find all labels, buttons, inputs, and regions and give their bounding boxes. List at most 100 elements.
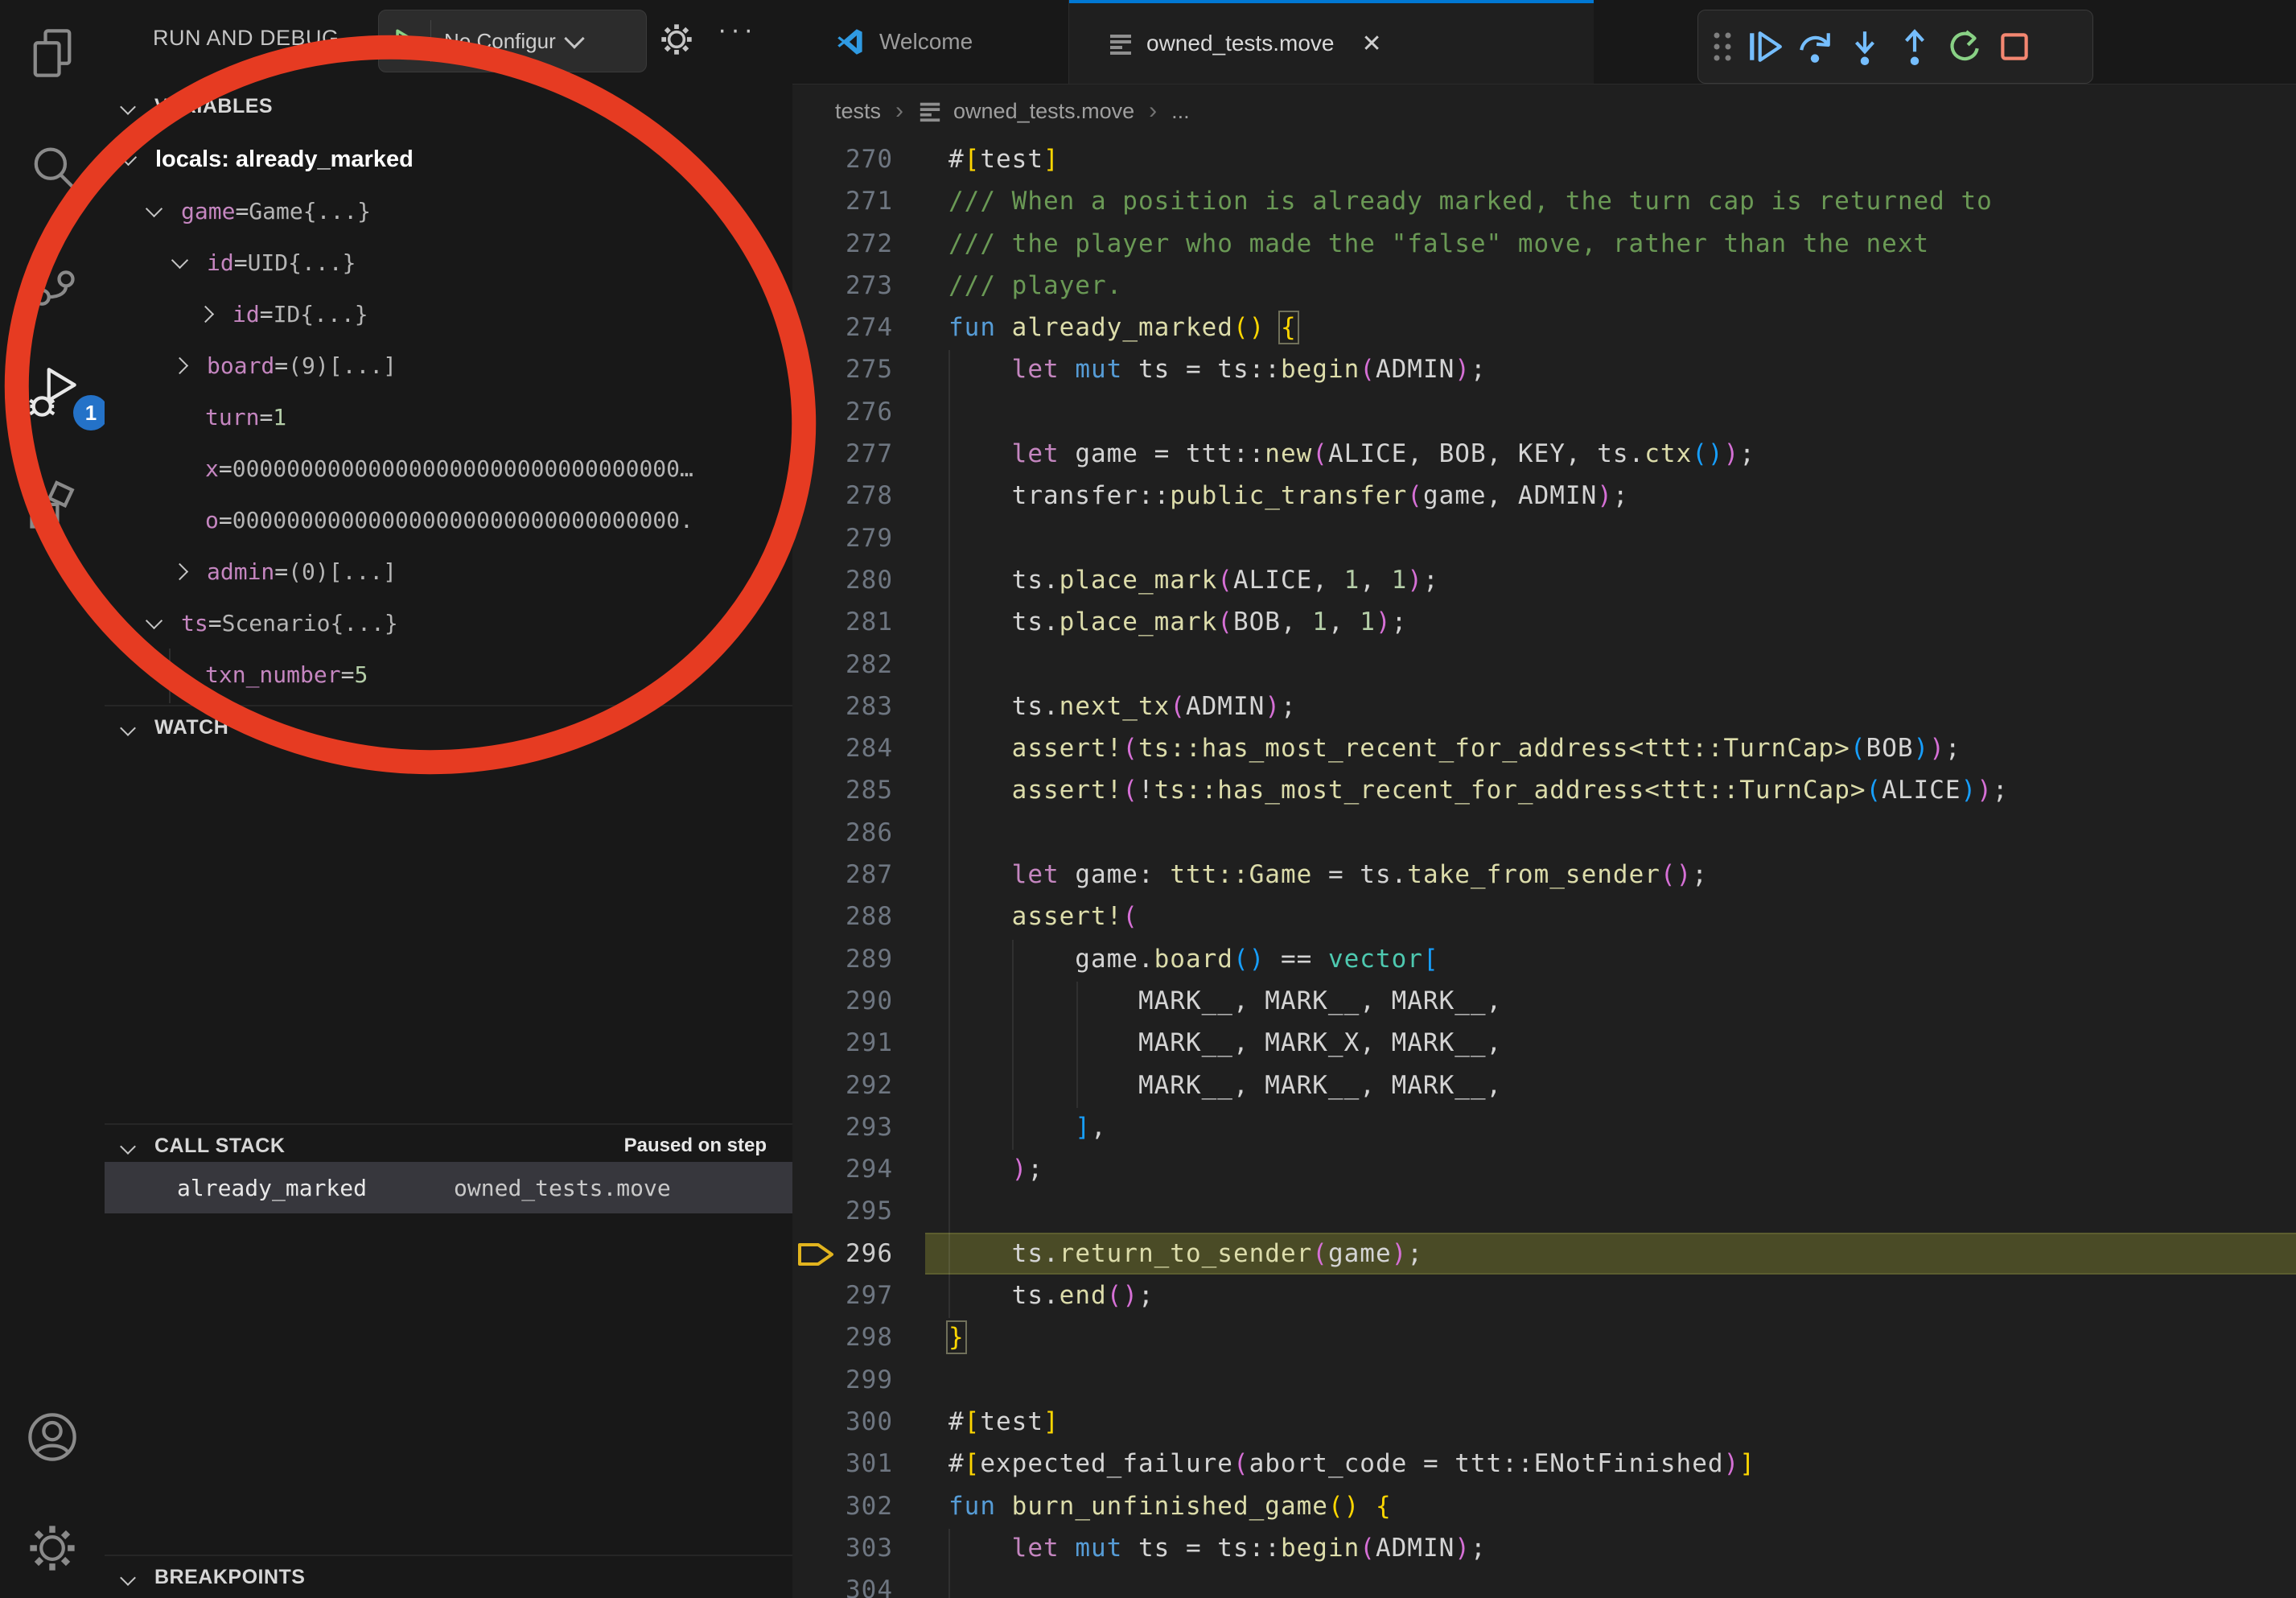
variables-section-header[interactable]: VARIABLES bbox=[105, 85, 792, 132]
code-line[interactable]: 299 bbox=[792, 1359, 2296, 1401]
variable-row[interactable]: o = 000000000000000000000000000000000. bbox=[105, 494, 792, 546]
code-line[interactable]: 294 ); bbox=[792, 1148, 2296, 1190]
step-out-icon[interactable] bbox=[1890, 23, 1940, 71]
chevron-down-icon[interactable] bbox=[120, 148, 137, 165]
start-debug-icon[interactable] bbox=[392, 27, 419, 55]
chevron-down-icon bbox=[120, 720, 136, 736]
code-line[interactable]: 271/// When a position is already marked… bbox=[792, 180, 2296, 222]
code-line[interactable]: 276 bbox=[792, 391, 2296, 433]
code-line[interactable]: 297 ts.end(); bbox=[792, 1275, 2296, 1316]
code-line[interactable]: 281 ts.place_mark(BOB, 1, 1); bbox=[792, 601, 2296, 643]
code-line[interactable]: 303 let mut ts = ts::begin(ADMIN); bbox=[792, 1527, 2296, 1569]
line-number: 284 bbox=[792, 727, 893, 769]
breakpoints-section-header[interactable]: BREAKPOINTS bbox=[105, 1556, 792, 1598]
code-line[interactable]: 298} bbox=[792, 1316, 2296, 1358]
code-line[interactable]: 290 MARK__, MARK__, MARK__, bbox=[792, 980, 2296, 1022]
line-number: 290 bbox=[792, 980, 893, 1022]
code-line[interactable]: 287 let game: ttt::Game = ts.take_from_s… bbox=[792, 854, 2296, 896]
code-line[interactable]: 289 game.board() == vector[ bbox=[792, 938, 2296, 980]
variable-value: UID{...} bbox=[248, 249, 356, 276]
variable-row[interactable]: game = Game{...} bbox=[105, 185, 792, 237]
chevron-down-icon[interactable] bbox=[146, 200, 163, 216]
code-line[interactable]: 292 MARK__, MARK__, MARK__, bbox=[792, 1065, 2296, 1106]
account-icon[interactable] bbox=[25, 1410, 80, 1464]
stop-icon[interactable] bbox=[1989, 23, 2039, 71]
code-line[interactable]: 288 assert!( bbox=[792, 896, 2296, 937]
source-control-icon[interactable] bbox=[25, 253, 80, 308]
breadcrumb-item[interactable]: ... bbox=[1171, 99, 1190, 124]
chevron-down-icon[interactable] bbox=[171, 251, 188, 268]
variable-row[interactable]: x = 000000000000000000000000000000000… bbox=[105, 443, 792, 494]
breadcrumb: tests › owned_tests.move › ... bbox=[792, 84, 2296, 138]
variable-row[interactable]: turn = 1 bbox=[105, 391, 792, 443]
code-line[interactable]: 302fun burn_unfinished_game() { bbox=[792, 1485, 2296, 1527]
debug-config-dropdown[interactable]: No Configur bbox=[378, 10, 647, 72]
divider bbox=[430, 20, 431, 62]
code-line[interactable]: 277 let game = ttt::new(ALICE, BOB, KEY,… bbox=[792, 433, 2296, 475]
explorer-icon[interactable] bbox=[25, 26, 80, 80]
code-line[interactable]: 273/// player. bbox=[792, 265, 2296, 307]
code-line[interactable]: 282 bbox=[792, 644, 2296, 686]
chevron-right-icon[interactable] bbox=[171, 356, 188, 373]
chevron-right-icon: › bbox=[1149, 97, 1157, 125]
variables-scope-row[interactable]: locals: already_marked bbox=[105, 134, 792, 185]
code-line[interactable]: 270#[test] bbox=[792, 138, 2296, 180]
code-line[interactable]: 274fun already_marked() { bbox=[792, 307, 2296, 348]
extensions-icon[interactable] bbox=[25, 479, 80, 533]
watch-section-header[interactable]: WATCH bbox=[105, 706, 792, 753]
line-number: 288 bbox=[792, 896, 893, 937]
line-number: 296 bbox=[792, 1233, 893, 1275]
continue-icon[interactable] bbox=[1740, 23, 1790, 71]
tab-owned-tests[interactable]: owned_tests.move ✕ bbox=[1069, 0, 1594, 84]
chevron-right-icon[interactable] bbox=[197, 305, 214, 322]
code-line[interactable]: 295 bbox=[792, 1190, 2296, 1232]
variable-row[interactable]: ts = Scenario{...} bbox=[105, 597, 792, 649]
close-icon[interactable]: ✕ bbox=[1361, 30, 1381, 58]
equals-sign: = bbox=[259, 404, 273, 430]
variable-row[interactable]: admin = (0)[...] bbox=[105, 546, 792, 597]
code-line[interactable]: 286 bbox=[792, 812, 2296, 854]
chevron-right-icon[interactable] bbox=[171, 562, 188, 579]
line-number: 280 bbox=[792, 559, 893, 601]
chevron-down-icon[interactable] bbox=[146, 612, 163, 628]
code-line[interactable]: 272/// the player who made the "false" m… bbox=[792, 223, 2296, 265]
code-line[interactable]: 301#[expected_failure(abort_code = ttt::… bbox=[792, 1443, 2296, 1485]
vscode-logo-icon bbox=[836, 27, 865, 56]
code-line[interactable]: 293 ], bbox=[792, 1106, 2296, 1148]
code-line[interactable]: 300#[test] bbox=[792, 1401, 2296, 1443]
settings-gear-icon[interactable] bbox=[25, 1521, 80, 1575]
search-icon[interactable] bbox=[25, 141, 80, 196]
tab-welcome[interactable]: Welcome bbox=[805, 0, 1069, 84]
code-line[interactable]: 291 MARK__, MARK_X, MARK__, bbox=[792, 1022, 2296, 1064]
step-into-icon[interactable] bbox=[1840, 23, 1890, 71]
gear-icon[interactable] bbox=[658, 21, 695, 58]
restart-icon[interactable] bbox=[1940, 23, 1989, 71]
code-line[interactable]: 285 assert!(!ts::has_most_recent_for_add… bbox=[792, 769, 2296, 811]
run-debug-icon[interactable]: 1 bbox=[25, 366, 80, 421]
variable-row[interactable]: txn_number = 5 bbox=[105, 649, 792, 700]
variable-row[interactable]: board = (9)[...] bbox=[105, 340, 792, 391]
drag-grip-icon[interactable] bbox=[1705, 27, 1740, 66]
more-actions-icon[interactable]: ··· bbox=[718, 14, 757, 46]
code-area[interactable]: 270#[test]271/// When a position is alre… bbox=[792, 138, 2296, 1598]
code-line[interactable]: 278 transfer::public_transfer(game, ADMI… bbox=[792, 475, 2296, 517]
breadcrumb-item[interactable]: owned_tests.move bbox=[953, 99, 1134, 124]
breadcrumb-item[interactable]: tests bbox=[835, 99, 881, 124]
move-file-icon bbox=[1108, 31, 1134, 56]
step-over-icon[interactable] bbox=[1790, 23, 1840, 71]
equals-sign: = bbox=[274, 352, 288, 379]
code-line[interactable]: 296 ts.return_to_sender(game); bbox=[792, 1233, 2296, 1275]
code-line[interactable]: 284 assert!(ts::has_most_recent_for_addr… bbox=[792, 727, 2296, 769]
variable-row[interactable]: id = UID{...} bbox=[105, 237, 792, 288]
variable-value: (9)[...] bbox=[288, 352, 397, 379]
variable-name: game bbox=[181, 198, 235, 224]
code-line[interactable]: 304 bbox=[792, 1569, 2296, 1598]
code-line[interactable]: 275 let mut ts = ts::begin(ADMIN); bbox=[792, 348, 2296, 390]
debug-status-badge: Paused on step bbox=[624, 1135, 767, 1157]
code-line[interactable]: 283 ts.next_tx(ADMIN); bbox=[792, 686, 2296, 727]
editor-area: Welcome owned_tests.move ✕ tests › owned… bbox=[792, 0, 2296, 1598]
code-line[interactable]: 280 ts.place_mark(ALICE, 1, 1); bbox=[792, 559, 2296, 601]
call-stack-frame-row[interactable]: already_marked owned_tests.move bbox=[105, 1162, 792, 1213]
variable-row[interactable]: id = ID{...} bbox=[105, 288, 792, 340]
code-line[interactable]: 279 bbox=[792, 517, 2296, 559]
